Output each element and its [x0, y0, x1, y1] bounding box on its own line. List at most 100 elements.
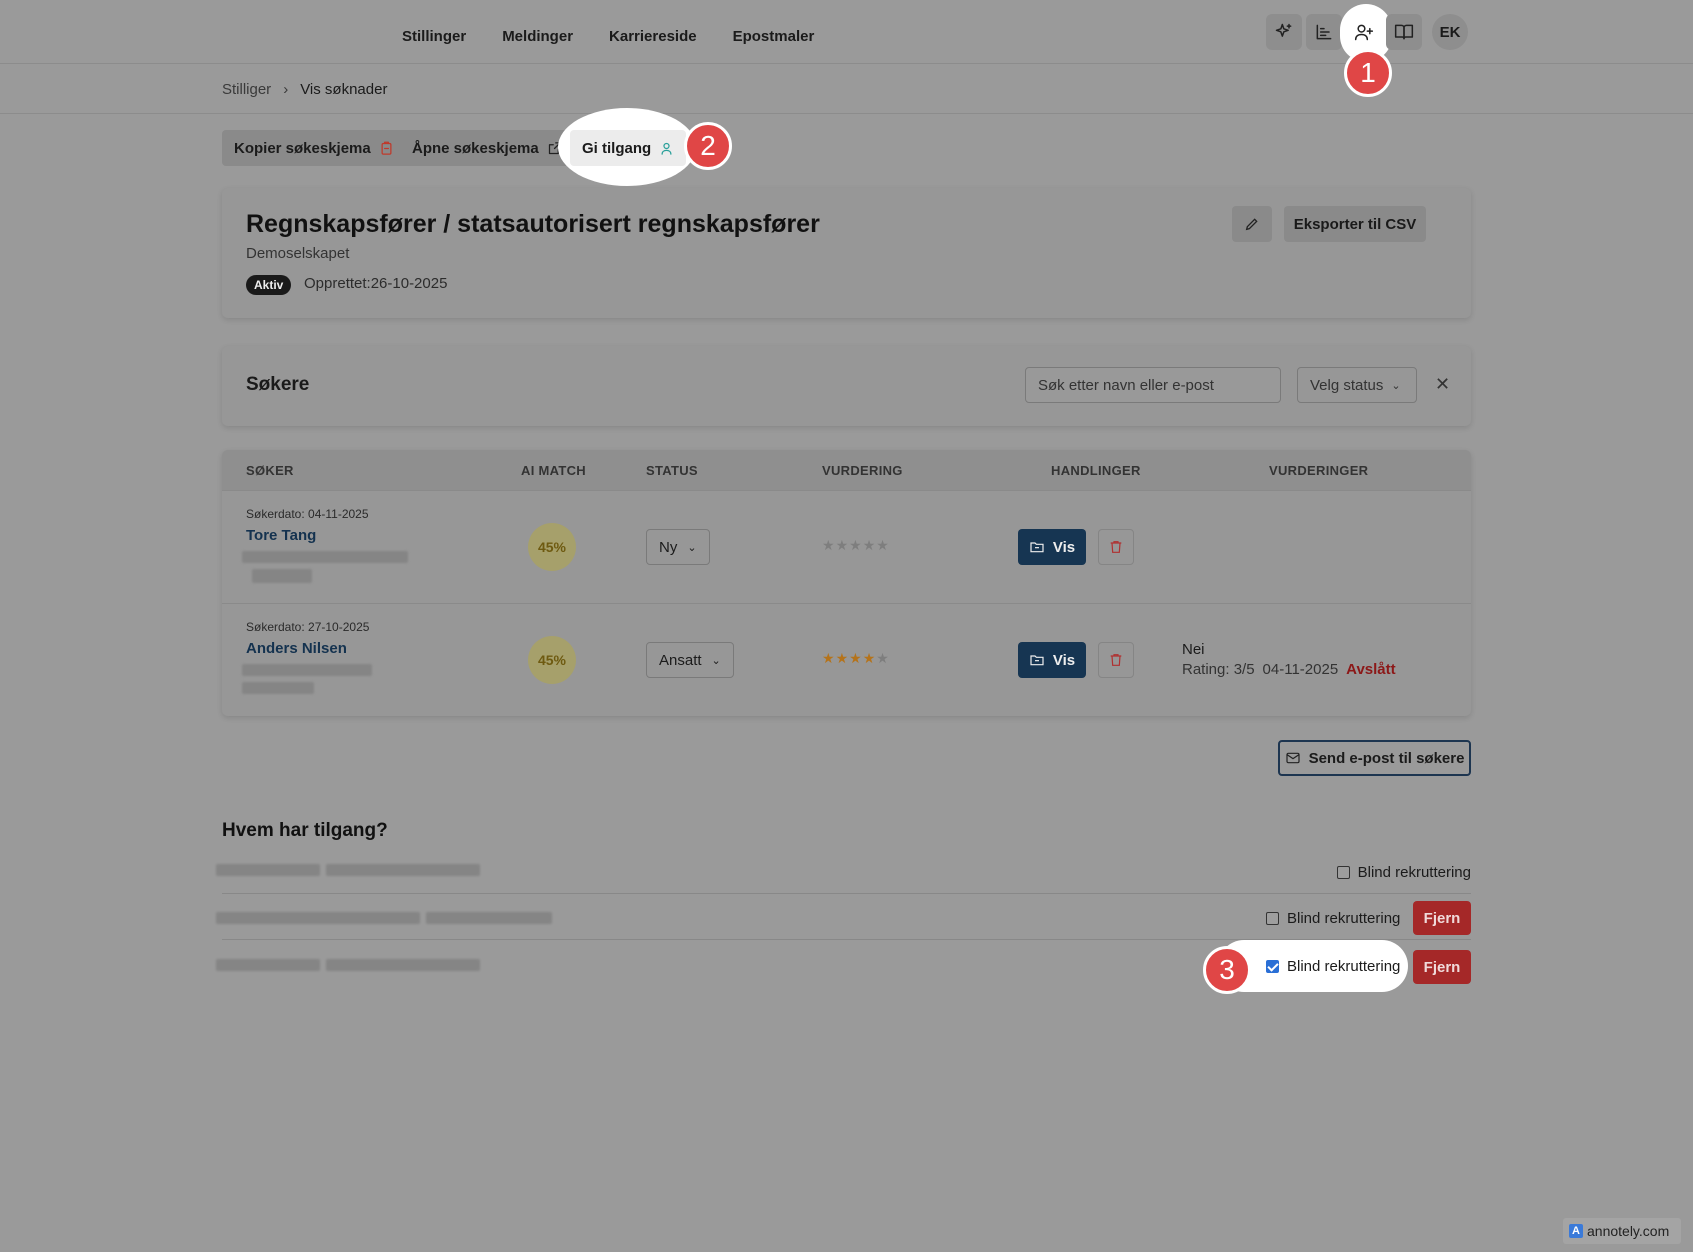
breadcrumb-parent[interactable]: Stilliger: [222, 81, 271, 98]
applicants-filter-card: Søkere Velg status ⌄ ✕: [222, 346, 1471, 426]
chevron-down-icon: ⌄: [711, 654, 721, 667]
status-select[interactable]: Ny ⌄: [646, 529, 710, 565]
edit-job-button[interactable]: [1232, 206, 1272, 242]
clear-filter-icon[interactable]: ✕: [1435, 374, 1450, 395]
user-avatar[interactable]: EK: [1432, 14, 1468, 50]
created-date: Opprettet:26-10-2025: [304, 275, 448, 292]
table-row: Søkerdato: 04-11-2025 Tore Tang 45% Ny ⌄…: [222, 490, 1471, 602]
book-icon: [1394, 24, 1414, 40]
blind-recruitment-toggle[interactable]: Blind rekruttering: [1266, 910, 1400, 927]
redacted-email: [242, 551, 408, 563]
view-button[interactable]: Vis: [1018, 642, 1086, 678]
col-vurderinger: VURDERINGER: [1269, 463, 1369, 478]
redacted-email: [326, 864, 480, 876]
nav-meldinger[interactable]: Meldinger: [502, 28, 573, 45]
applicants-table: SØKER AI MATCH STATUS VURDERING HANDLING…: [222, 450, 1471, 716]
top-navbar: Stillinger Meldinger Karriereside Epostm…: [0, 0, 1693, 64]
redacted-user: [216, 959, 320, 971]
breadcrumb-current: Vis søknader: [300, 81, 388, 98]
trash-icon: [1110, 541, 1122, 553]
status-select[interactable]: Ansatt ⌄: [646, 642, 734, 678]
star-empty-icon[interactable]: ★: [849, 537, 863, 553]
status-select-value: Ansatt: [659, 651, 702, 669]
blind-recruitment-label: Blind rekruttering: [1357, 864, 1471, 881]
redacted-user: [216, 864, 320, 876]
docs-button[interactable]: [1386, 14, 1422, 50]
access-row: Blind rekruttering: [216, 848, 1471, 894]
export-csv-button[interactable]: Eksporter til CSV: [1284, 206, 1426, 242]
chevron-down-icon: ⌄: [687, 541, 697, 554]
access-row: Blind rekruttering Fjern: [216, 943, 1471, 989]
user-plus-icon: [1354, 24, 1374, 41]
applicant-name[interactable]: Tore Tang: [246, 527, 316, 544]
star-empty-icon[interactable]: ★: [836, 537, 850, 553]
user-icon: [661, 142, 672, 155]
checkbox[interactable]: [1336, 866, 1350, 879]
send-email-label: Send e-post til søkere: [1308, 749, 1465, 767]
redacted-user: [216, 912, 420, 924]
annotely-logo-icon: A: [1569, 1224, 1583, 1238]
open-form-button[interactable]: Åpne søkeskjema: [400, 130, 574, 166]
job-company: Demoselskapet: [246, 245, 350, 262]
copy-form-button[interactable]: Kopier søkeskjema: [222, 130, 406, 166]
star-filled-icon[interactable]: ★: [863, 650, 877, 666]
breadcrumb-separator: ›: [283, 81, 289, 98]
star-filled-icon[interactable]: ★: [849, 650, 863, 666]
nav-stillinger[interactable]: Stillinger: [402, 28, 466, 45]
watermark: A annotely.com: [1563, 1218, 1681, 1244]
ai-match-badge: 45%: [528, 636, 576, 684]
pencil-icon: [1245, 218, 1258, 231]
star-empty-icon[interactable]: ★: [863, 537, 877, 553]
status-filter-select[interactable]: Velg status ⌄: [1297, 367, 1417, 403]
breadcrumb-bar: Stilliger › Vis søknader: [0, 64, 1693, 114]
send-email-button[interactable]: Send e-post til søkere: [1278, 740, 1471, 776]
star-filled-icon[interactable]: ★: [836, 650, 850, 666]
chart-bars-icon: [1316, 24, 1332, 40]
view-label: Vis: [1052, 651, 1076, 669]
access-title: Hvem har tilgang?: [222, 820, 388, 841]
star-empty-icon[interactable]: ★: [876, 537, 890, 553]
status-badge: Aktiv: [246, 275, 292, 295]
blind-recruitment-toggle[interactable]: Blind rekruttering: [1266, 958, 1400, 975]
nav-epostmaler[interactable]: Epostmaler: [733, 28, 815, 45]
table-header: SØKER AI MATCH STATUS VURDERING HANDLING…: [222, 450, 1471, 490]
chevron-down-icon: ⌄: [1391, 379, 1401, 392]
give-access-button[interactable]: Gi tilgang: [570, 130, 687, 166]
job-card: Regnskapsfører / statsautorisert regnska…: [222, 188, 1471, 318]
blind-recruitment-label: Blind rekruttering: [1287, 910, 1401, 927]
ai-match-badge: 45%: [528, 523, 576, 571]
step-marker-1: 1: [1344, 49, 1392, 97]
star-empty-icon[interactable]: ★: [876, 650, 890, 666]
col-vurdering: VURDERING: [822, 463, 903, 478]
review-date: 04-11-2025: [1262, 661, 1339, 678]
view-button[interactable]: Vis: [1018, 529, 1086, 565]
nav-karriereside[interactable]: Karriereside: [609, 28, 697, 45]
folder-icon: [1030, 542, 1044, 553]
review-details: Rating: 3/5 04-11-2025 Avslått: [1182, 661, 1396, 678]
view-label: Vis: [1052, 538, 1076, 556]
statistics-button[interactable]: [1306, 14, 1342, 50]
rating-stars[interactable]: ★★★★★: [822, 650, 890, 667]
review-rating: Rating: 3/5: [1182, 661, 1255, 678]
step-marker-2: 2: [684, 122, 732, 170]
delete-button[interactable]: [1098, 529, 1134, 565]
job-title: Regnskapsfører / statsautorisert regnska…: [246, 210, 820, 238]
watermark-text: annotely.com: [1587, 1223, 1670, 1239]
checkbox[interactable]: [1266, 912, 1279, 925]
star-empty-icon[interactable]: ★: [822, 537, 836, 553]
checkbox[interactable]: [1266, 960, 1279, 973]
remove-access-button[interactable]: Fjern: [1413, 901, 1471, 935]
table-row: Søkerdato: 27-10-2025 Anders Nilsen 45% …: [222, 603, 1471, 715]
give-access-header-button[interactable]: [1346, 14, 1382, 50]
redacted-email: [426, 912, 552, 924]
review-answer: Nei: [1182, 641, 1205, 658]
ai-sparkles-button[interactable]: [1266, 14, 1302, 50]
blind-recruitment-toggle[interactable]: Blind rekruttering: [1336, 864, 1471, 881]
star-filled-icon[interactable]: ★: [822, 650, 836, 666]
remove-access-button[interactable]: Fjern: [1413, 950, 1471, 984]
copy-form-label: Kopier søkeskjema: [234, 139, 371, 157]
applicant-name[interactable]: Anders Nilsen: [246, 640, 347, 657]
search-input[interactable]: [1025, 367, 1281, 403]
delete-button[interactable]: [1098, 642, 1134, 678]
rating-stars[interactable]: ★★★★★: [822, 537, 890, 554]
